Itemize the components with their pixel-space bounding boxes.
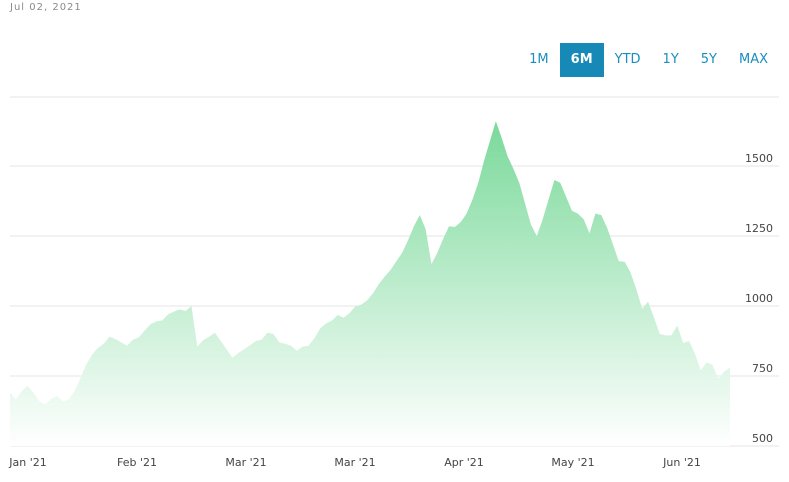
x-axis-ticks: Jan '21 Feb '21 Mar '21 Mar '21 Apr '21 May '… [8, 456, 701, 469]
y-tick-label: 1000 [745, 292, 773, 305]
y-tick-label: 1250 [745, 222, 773, 235]
y-tick-label: 500 [752, 432, 773, 445]
price-area [10, 121, 730, 446]
price-area-chart: 500 750 1000 1250 1500 Jan '21 Feb '21 Mar '21… [8, 96, 779, 469]
x-tick-label: Mar '21 [334, 456, 375, 469]
x-tick-label: Mar '21 [225, 456, 266, 469]
x-tick-label: Feb '21 [117, 456, 157, 469]
x-tick-label: May '21 [551, 456, 594, 469]
x-tick-label: Apr '21 [444, 456, 484, 469]
x-tick-label: Jan '21 [8, 456, 46, 469]
y-tick-label: 1500 [745, 152, 773, 165]
y-tick-label: 750 [752, 362, 773, 375]
y-axis-ticks: 500 750 1000 1250 1500 [745, 152, 773, 445]
x-tick-label: Jun '21 [662, 456, 701, 469]
